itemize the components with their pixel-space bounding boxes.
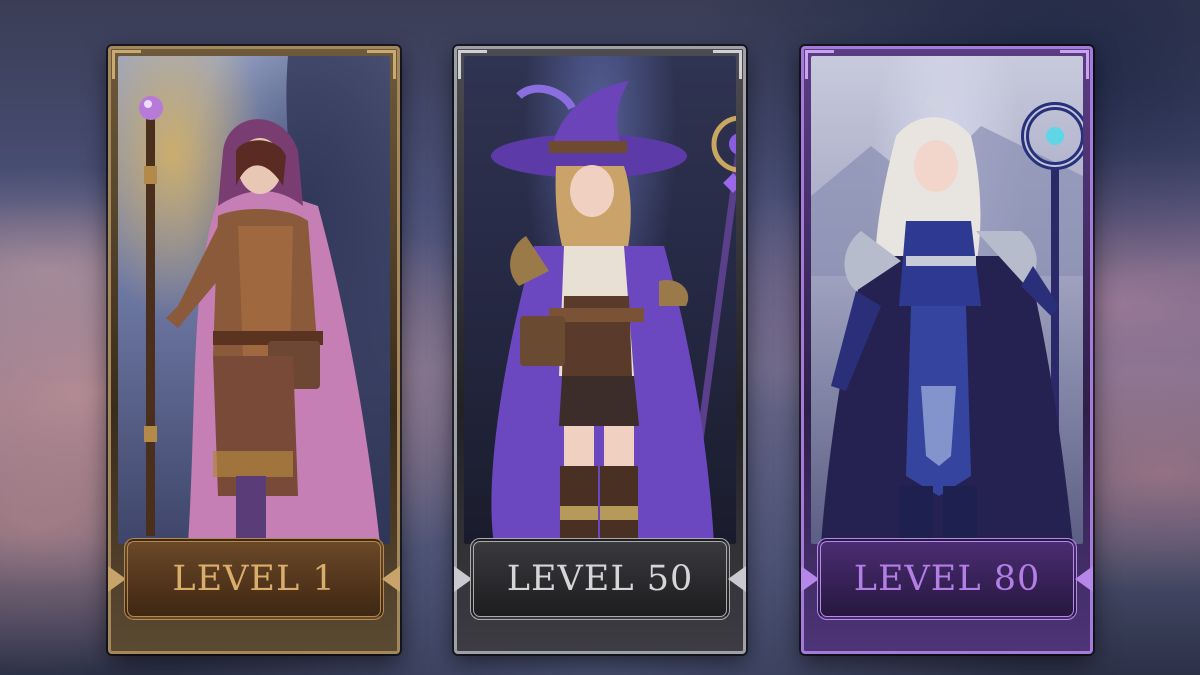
level-plate: LEVEL 50 [470,538,730,620]
level-plate-container: LEVEL 80 [801,538,1093,654]
level-card-1[interactable]: LEVEL 1 [108,46,400,654]
level-plate-container: LEVEL 50 [454,538,746,654]
right-arrow-icon [728,566,746,592]
level-label: LEVEL 80 [853,559,1041,599]
right-arrow-icon [1075,566,1093,592]
level-label: LEVEL 50 [506,559,694,599]
character-portrait-hooded-mage [118,56,390,544]
level-card-80[interactable]: LEVEL 80 [801,46,1093,654]
level-plate-container: LEVEL 1 [108,538,400,654]
character-portrait-armored-sorceress [811,56,1083,544]
level-label: LEVEL 1 [172,559,336,599]
level-plate: LEVEL 80 [817,538,1077,620]
character-portrait-witch-hat-mage [464,56,736,544]
level-card-50[interactable]: LEVEL 50 [454,46,746,654]
right-arrow-icon [382,566,400,592]
level-plate: LEVEL 1 [124,538,384,620]
